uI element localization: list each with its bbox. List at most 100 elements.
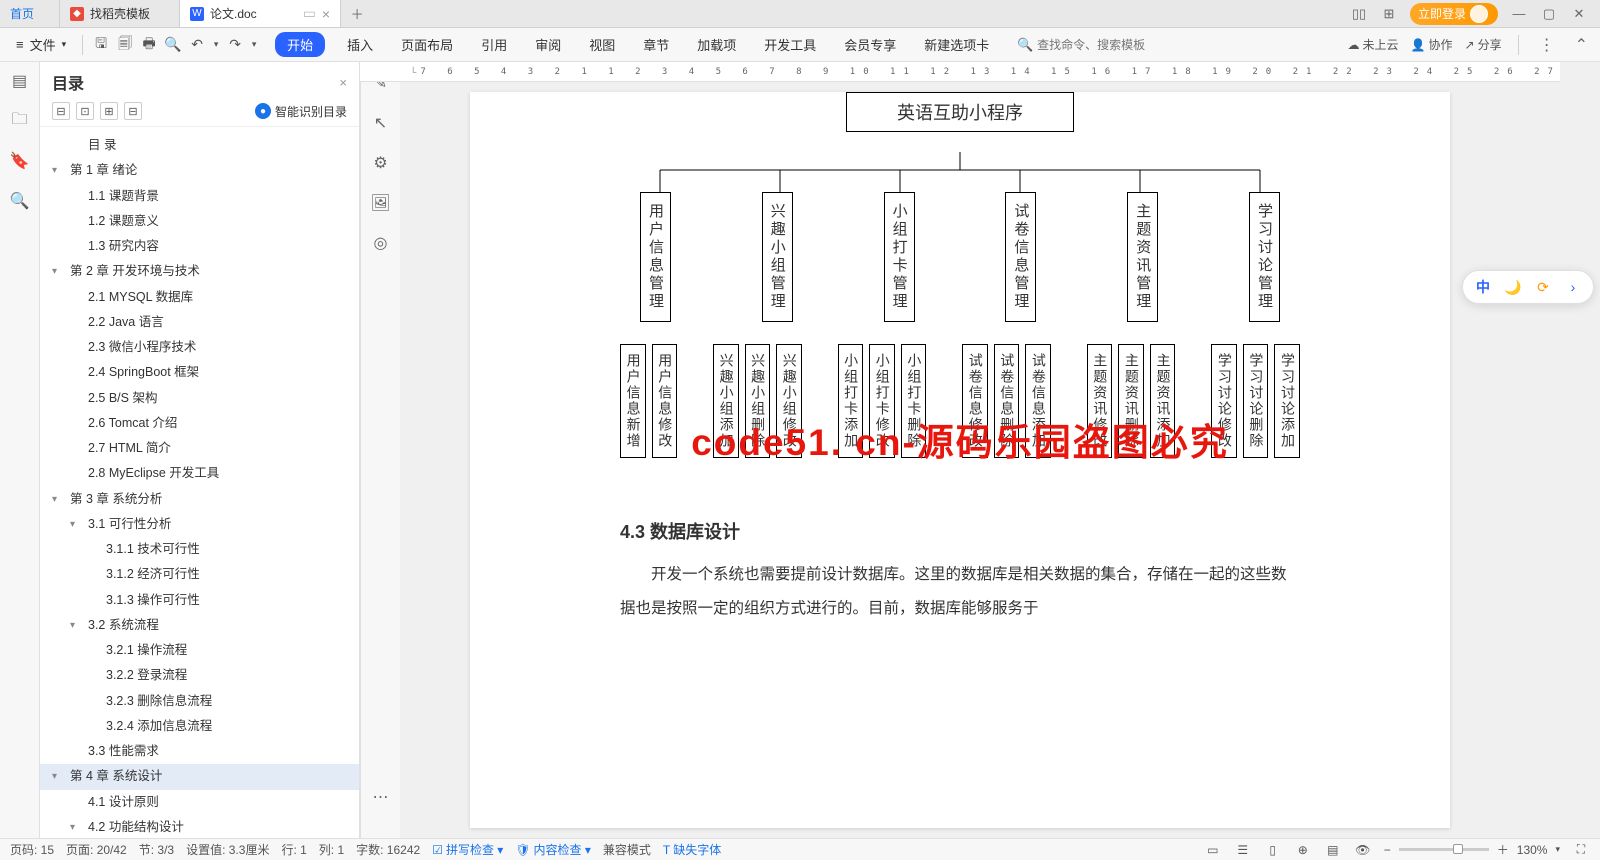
toc-item[interactable]: 3.1.2 经济可行性 (40, 562, 359, 587)
toc-item[interactable]: 3.2.4 添加信息流程 (40, 714, 359, 739)
menu-3[interactable]: 引用 (475, 31, 513, 58)
minimize-icon[interactable]: — (1510, 5, 1528, 23)
fullscreen-icon[interactable]: ⛶ (1572, 841, 1590, 859)
zoom-drop-icon[interactable]: ▾ (1555, 844, 1560, 855)
toc-item[interactable]: 3.1.3 操作可行性 (40, 588, 359, 613)
toc-item[interactable]: 3.1.1 技术可行性 (40, 537, 359, 562)
zoom-out-icon[interactable]: − (1384, 843, 1391, 857)
eye-icon[interactable]: 👁 (1354, 841, 1372, 859)
menu-2[interactable]: 页面布局 (395, 31, 459, 58)
expand-all-icon[interactable]: ⊡ (76, 102, 94, 120)
expand-icon[interactable]: ⌃ (1571, 35, 1592, 55)
status-col[interactable]: 列: 1 (319, 841, 344, 858)
ime-pill[interactable]: 中 🌙 ⟳ › (1462, 270, 1594, 304)
more-icon[interactable]: ⋮ (1535, 35, 1559, 55)
export-icon[interactable]: 🗐 (115, 35, 135, 55)
toc-item[interactable]: 3.2.3 删除信息流程 (40, 689, 359, 714)
toc-item[interactable]: ▾第 3 章 系统分析 (40, 487, 359, 512)
toc-item[interactable]: ▾第 1 章 绪论 (40, 158, 359, 183)
toc-item[interactable]: 2.6 Tomcat 介绍 (40, 411, 359, 436)
maximize-icon[interactable]: ▢ (1540, 5, 1558, 23)
content-check-button[interactable]: 🛡内容检查 ▾ (515, 841, 591, 858)
file-menu[interactable]: ≡ 文件 ▾ (8, 35, 74, 54)
print-icon[interactable]: 🖶 (139, 35, 159, 55)
tab-template[interactable]: ◆ 找稻壳模板 (60, 0, 180, 27)
cloud-status[interactable]: ☁未上云 (1348, 36, 1399, 53)
spellcheck-button[interactable]: ☑拼写检查 ▾ (432, 841, 503, 858)
search-input[interactable] (1037, 38, 1237, 52)
toc-item[interactable]: 2.4 SpringBoot 框架 (40, 360, 359, 385)
menu-1[interactable]: 插入 (341, 31, 379, 58)
toc-item[interactable]: 2.5 B/S 架构 (40, 386, 359, 411)
toc-item[interactable]: 目 录 (40, 133, 359, 158)
menu-6[interactable]: 章节 (637, 31, 675, 58)
view-read-icon[interactable]: ▤ (1324, 841, 1342, 859)
moon-icon[interactable]: 🌙 (1503, 277, 1523, 297)
toc-item[interactable]: 1.3 研究内容 (40, 234, 359, 259)
compat-mode[interactable]: 兼容模式 (603, 841, 651, 858)
close-icon[interactable]: × (322, 6, 330, 22)
find-icon[interactable]: 🔍 (9, 190, 31, 212)
toc-item[interactable]: 1.1 课题背景 (40, 184, 359, 209)
zoom-slider[interactable] (1399, 848, 1489, 851)
toc-item[interactable]: 3.2.2 登录流程 (40, 663, 359, 688)
menu-9[interactable]: 会员专享 (838, 31, 902, 58)
remove-icon[interactable]: ⊟ (124, 102, 142, 120)
menu-4[interactable]: 审阅 (529, 31, 567, 58)
toc-item[interactable]: 3.3 性能需求 (40, 739, 359, 764)
menu-10[interactable]: 新建选项卡 (918, 31, 995, 58)
tab-home[interactable]: 首页 (0, 0, 60, 27)
share-button[interactable]: ↗分享 (1465, 36, 1502, 53)
toc-item[interactable]: 2.2 Java 语言 (40, 310, 359, 335)
add-icon[interactable]: ⊞ (100, 102, 118, 120)
new-tab-button[interactable]: ＋ (341, 0, 373, 27)
toc-item[interactable]: 4.1 设计原则 (40, 790, 359, 815)
toc-item[interactable]: ▾3.2 系统流程 (40, 613, 359, 638)
ruler[interactable]: └ 7 6 5 4 3 2 1 1 2 3 4 5 6 7 8 9 10 11 … (360, 62, 1560, 82)
view-phone-icon[interactable]: ▯ (1264, 841, 1282, 859)
menu-8[interactable]: 开发工具 (758, 31, 822, 58)
status-words[interactable]: 字数: 16242 (356, 841, 420, 858)
undo-drop-icon[interactable]: ▾ (211, 35, 221, 55)
redo-drop-icon[interactable]: ▾ (249, 35, 259, 55)
zoom-control[interactable]: − ＋ 130% ▾ (1384, 841, 1560, 858)
zoom-value[interactable]: 130% (1517, 843, 1548, 857)
coop-button[interactable]: 👤协作 (1411, 36, 1453, 53)
chevron-right-icon[interactable]: › (1563, 277, 1583, 297)
view-list-icon[interactable]: ☰ (1234, 841, 1252, 859)
undo-icon[interactable]: ↶ (187, 35, 207, 55)
panel-close-icon[interactable]: × (339, 75, 347, 90)
status-setval[interactable]: 设置值: 3.3厘米 (186, 841, 269, 858)
login-button[interactable]: 立即登录 (1410, 3, 1498, 25)
layout-icon[interactable]: ▯▯ (1350, 5, 1368, 23)
collapse-all-icon[interactable]: ⊟ (52, 102, 70, 120)
reload-icon[interactable]: ⟳ (1533, 277, 1553, 297)
status-section[interactable]: 节: 3/3 (139, 841, 174, 858)
status-page[interactable]: 页面: 20/42 (66, 841, 127, 858)
bookmark-icon[interactable]: 🔖 (9, 150, 31, 172)
toc-item[interactable]: ▾第 4 章 系统设计 (40, 764, 359, 789)
search-bar[interactable]: 🔍 (1017, 37, 1237, 53)
status-row[interactable]: 行: 1 (281, 841, 306, 858)
toc-item[interactable]: 2.8 MyEclipse 开发工具 (40, 461, 359, 486)
clipboard-icon[interactable]: 🗀 (9, 110, 31, 132)
view-page-icon[interactable]: ▭ (1204, 841, 1222, 859)
outline-icon[interactable]: ▤ (9, 70, 31, 92)
toc-item[interactable]: 2.3 微信小程序技术 (40, 335, 359, 360)
missing-font[interactable]: T缺失字体 (663, 841, 721, 858)
menu-5[interactable]: 视图 (583, 31, 621, 58)
redo-icon[interactable]: ↷ (225, 35, 245, 55)
menu-7[interactable]: 加载项 (691, 31, 742, 58)
tab-document[interactable]: W 论文.doc ▭ × (180, 0, 341, 27)
tab-menu-icon[interactable]: ▭ (303, 5, 316, 22)
toc-item[interactable]: 3.2.1 操作流程 (40, 638, 359, 663)
grid-icon[interactable]: ⊞ (1380, 5, 1398, 23)
menu-0[interactable]: 开始 (275, 32, 325, 57)
status-page-code[interactable]: 页码: 15 (10, 841, 54, 858)
toc-item[interactable]: 1.2 课题意义 (40, 209, 359, 234)
zoom-in-icon[interactable]: ＋ (1497, 841, 1509, 858)
toc-item[interactable]: 2.7 HTML 简介 (40, 436, 359, 461)
save-icon[interactable]: 🖫 (91, 35, 111, 55)
view-web-icon[interactable]: ⊕ (1294, 841, 1312, 859)
toc-item[interactable]: ▾3.1 可行性分析 (40, 512, 359, 537)
